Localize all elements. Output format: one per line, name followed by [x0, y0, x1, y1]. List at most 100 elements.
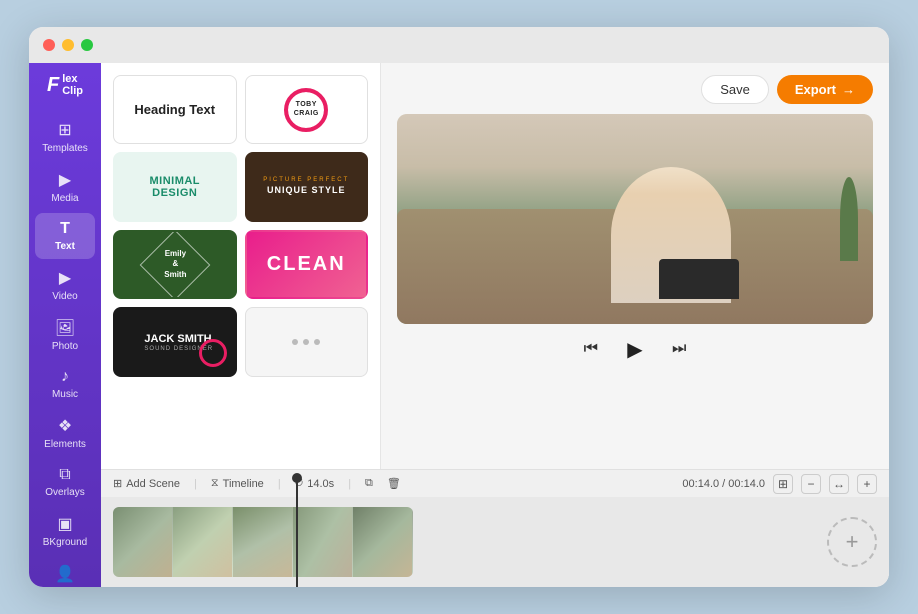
template-card-emily[interactable]: Emily&Smith — [113, 230, 237, 299]
templates-icon: ⊞ — [58, 120, 71, 140]
sidebar-item-templates[interactable]: ⊞ Templates — [35, 113, 95, 161]
title-bar — [29, 27, 889, 63]
logo-icon: F — [47, 74, 59, 97]
text-icon: T — [60, 220, 70, 238]
clip-thumb-2 — [173, 507, 233, 577]
sidebar-item-overlays[interactable]: ⧉ Overlays — [35, 459, 95, 505]
preview-topbar: Save Export → — [397, 75, 873, 104]
player-right-controls: 00:14.0 / 00:14.0 ⊞ − ↔ + — [682, 474, 877, 494]
clip-thumb-3 — [233, 507, 293, 577]
separator-1: | — [194, 478, 197, 490]
dot-2 — [303, 339, 309, 345]
timeline-clips-area — [113, 507, 815, 577]
zoom-fit-button[interactable]: ↔ — [829, 474, 849, 494]
video-preview — [397, 114, 873, 324]
video-scene — [397, 114, 873, 324]
toby-text: TOBYCRAIG — [294, 101, 319, 118]
export-arrow-icon: → — [842, 82, 855, 97]
timeline-icon: ⧖ — [211, 477, 219, 490]
dot-1 — [292, 339, 298, 345]
separator-3: | — [348, 478, 351, 490]
prev-button[interactable]: ⏮ — [584, 340, 598, 358]
logo-text: lexClip — [62, 73, 83, 97]
emily-diamond: Emily&Smith — [139, 230, 210, 299]
app-window: F lexClip ⊞ Templates ▶ Media T Text ▶ V… — [29, 27, 889, 587]
dot-3 — [314, 339, 320, 345]
close-button[interactable] — [43, 39, 55, 51]
clip-thumb-5 — [353, 507, 413, 577]
media-icon: ▶ — [59, 170, 71, 190]
sidebar-item-media[interactable]: ▶ Media — [35, 163, 95, 211]
export-label: Export — [795, 82, 836, 97]
time-display: 00:14.0 / 00:14.0 — [682, 478, 765, 490]
unique-text: UNIQUE STYLE — [263, 185, 349, 197]
elements-icon: ❖ — [58, 416, 72, 436]
clip-block[interactable] — [113, 507, 413, 577]
laptop-element — [659, 259, 739, 299]
export-button[interactable]: Export → — [777, 75, 873, 104]
timeline-label: Timeline — [223, 478, 264, 490]
bkground-icon: ▣ — [57, 514, 72, 534]
overlays-icon: ⧉ — [59, 466, 70, 484]
template-card-more[interactable] — [245, 307, 369, 376]
timeline-bar: ⊞ Add Scene | ⧖ Timeline | ⏱ 14.0s | ⧉ — [101, 469, 889, 497]
content-area: Heading Text TOBYCRAIG M — [101, 63, 889, 469]
sidebar-item-music[interactable]: ♪ Music — [35, 361, 95, 407]
main-panel: Heading Text TOBYCRAIG M — [101, 63, 889, 587]
zoom-out-button[interactable]: − — [801, 474, 821, 494]
minimal-text: MINIMALDESIGN — [149, 175, 200, 199]
photo-icon: 🖼 — [55, 318, 75, 338]
template-card-unique[interactable]: PICTURE PERFECT UNIQUE STYLE — [245, 152, 369, 221]
trash-icon: 🗑 — [387, 477, 401, 490]
play-button[interactable]: ▶ — [618, 332, 652, 366]
sidebar-item-watermark[interactable]: 👤 Watermark — [35, 557, 95, 587]
unique-sublabel: PICTURE PERFECT — [263, 177, 349, 183]
fit-zoom-button[interactable]: ⊞ — [773, 474, 793, 494]
separator-2: | — [278, 478, 281, 490]
minimize-button[interactable] — [62, 39, 74, 51]
playhead-marker[interactable] — [296, 477, 298, 587]
app-body: F lexClip ⊞ Templates ▶ Media T Text ▶ V… — [29, 63, 889, 587]
plant-element — [840, 177, 858, 261]
sidebar: F lexClip ⊞ Templates ▶ Media T Text ▶ V… — [29, 63, 101, 587]
add-scene-icon: ⊞ — [113, 477, 122, 490]
sidebar-item-elements[interactable]: ❖ Elements — [35, 409, 95, 457]
template-card-jack[interactable]: JACK SMITH SOUND DESIGNER — [113, 307, 237, 376]
emily-text: Emily&Smith — [164, 249, 186, 280]
playback-controls: ⏮ ▶ ⏭ — [397, 332, 873, 366]
template-card-minimal[interactable]: MINIMALDESIGN — [113, 152, 237, 221]
sidebar-item-bkground[interactable]: ▣ BKground — [35, 507, 95, 555]
toby-inner: TOBYCRAIG — [284, 88, 328, 132]
template-card-heading[interactable]: Heading Text — [113, 75, 237, 144]
video-icon: ▶ — [59, 268, 71, 288]
unique-content: PICTURE PERFECT UNIQUE STYLE — [263, 177, 349, 197]
sidebar-item-text[interactable]: T Text — [35, 213, 95, 259]
template-card-clean[interactable]: CLEAN — [245, 230, 369, 299]
copy-button[interactable]: ⧉ — [365, 477, 373, 490]
copy-icon: ⧉ — [365, 477, 373, 490]
watermark-icon: 👤 — [55, 564, 75, 584]
preview-panel: Save Export → — [381, 63, 889, 469]
template-card-toby[interactable]: TOBYCRAIG — [245, 75, 369, 144]
maximize-button[interactable] — [81, 39, 93, 51]
timeline-button[interactable]: ⧖ Timeline — [211, 477, 264, 490]
clip-thumb-4 — [293, 507, 353, 577]
jack-circle-icon — [199, 339, 227, 367]
add-clip-button[interactable]: + — [827, 517, 877, 567]
heading-text-label: Heading Text — [134, 102, 215, 117]
clip-thumb-1 — [113, 507, 173, 577]
app-logo: F lexClip — [41, 73, 89, 97]
sidebar-item-photo[interactable]: 🖼 Photo — [35, 311, 95, 359]
add-scene-button[interactable]: ⊞ Add Scene — [113, 477, 180, 490]
sidebar-item-video[interactable]: ▶ Video — [35, 261, 95, 309]
save-button[interactable]: Save — [701, 75, 769, 104]
delete-button[interactable]: 🗑 — [387, 477, 401, 490]
toby-circle: TOBYCRAIG — [284, 88, 328, 132]
music-icon: ♪ — [61, 368, 69, 386]
add-scene-label: Add Scene — [126, 478, 180, 490]
next-button[interactable]: ⏭ — [672, 340, 686, 358]
templates-grid: Heading Text TOBYCRAIG M — [101, 63, 380, 389]
zoom-in-button[interactable]: + — [857, 474, 877, 494]
more-dots — [292, 339, 320, 345]
clean-text: CLEAN — [267, 253, 346, 276]
